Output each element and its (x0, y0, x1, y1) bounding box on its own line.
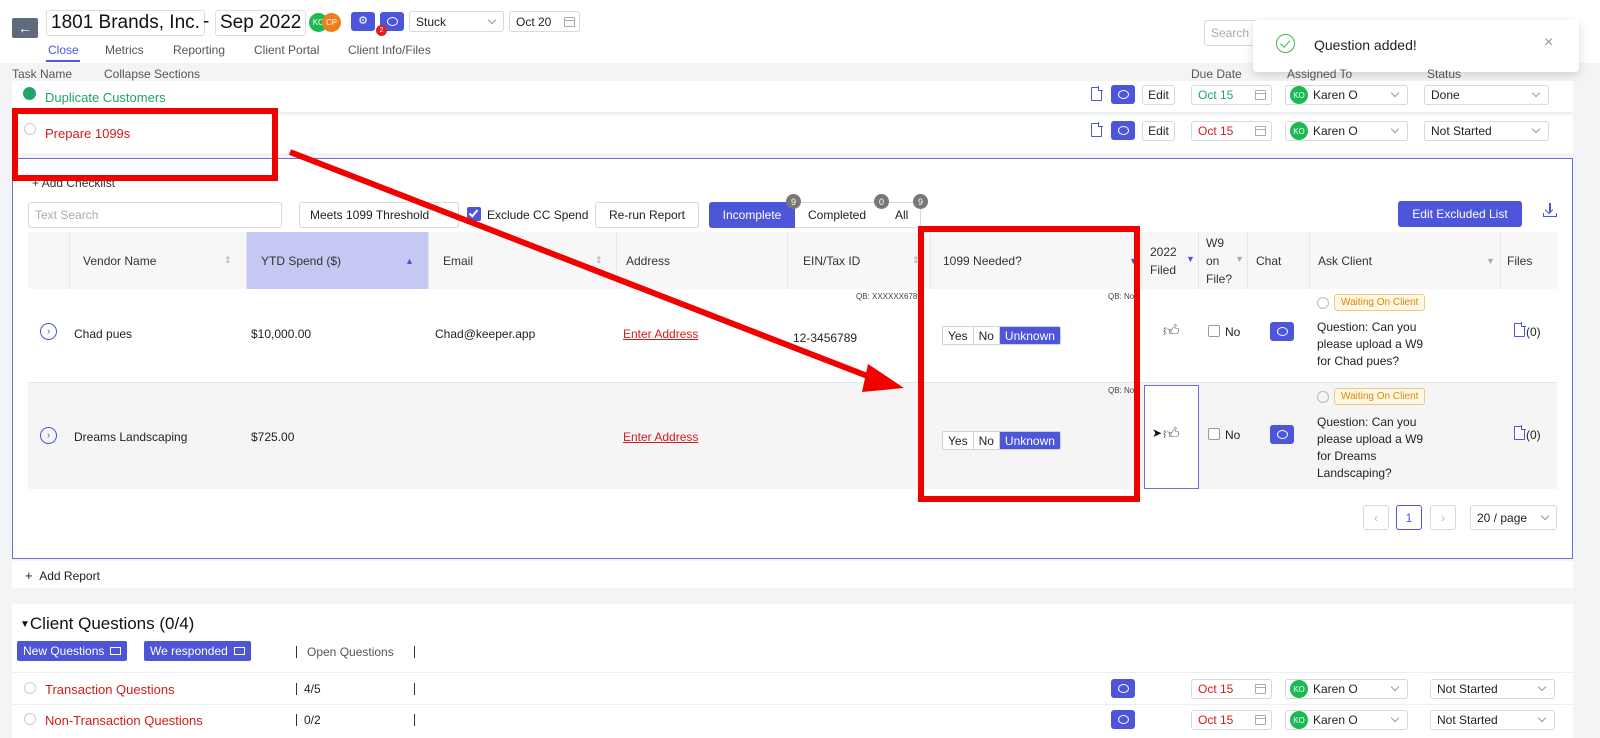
annotation-arrow (288, 149, 904, 392)
